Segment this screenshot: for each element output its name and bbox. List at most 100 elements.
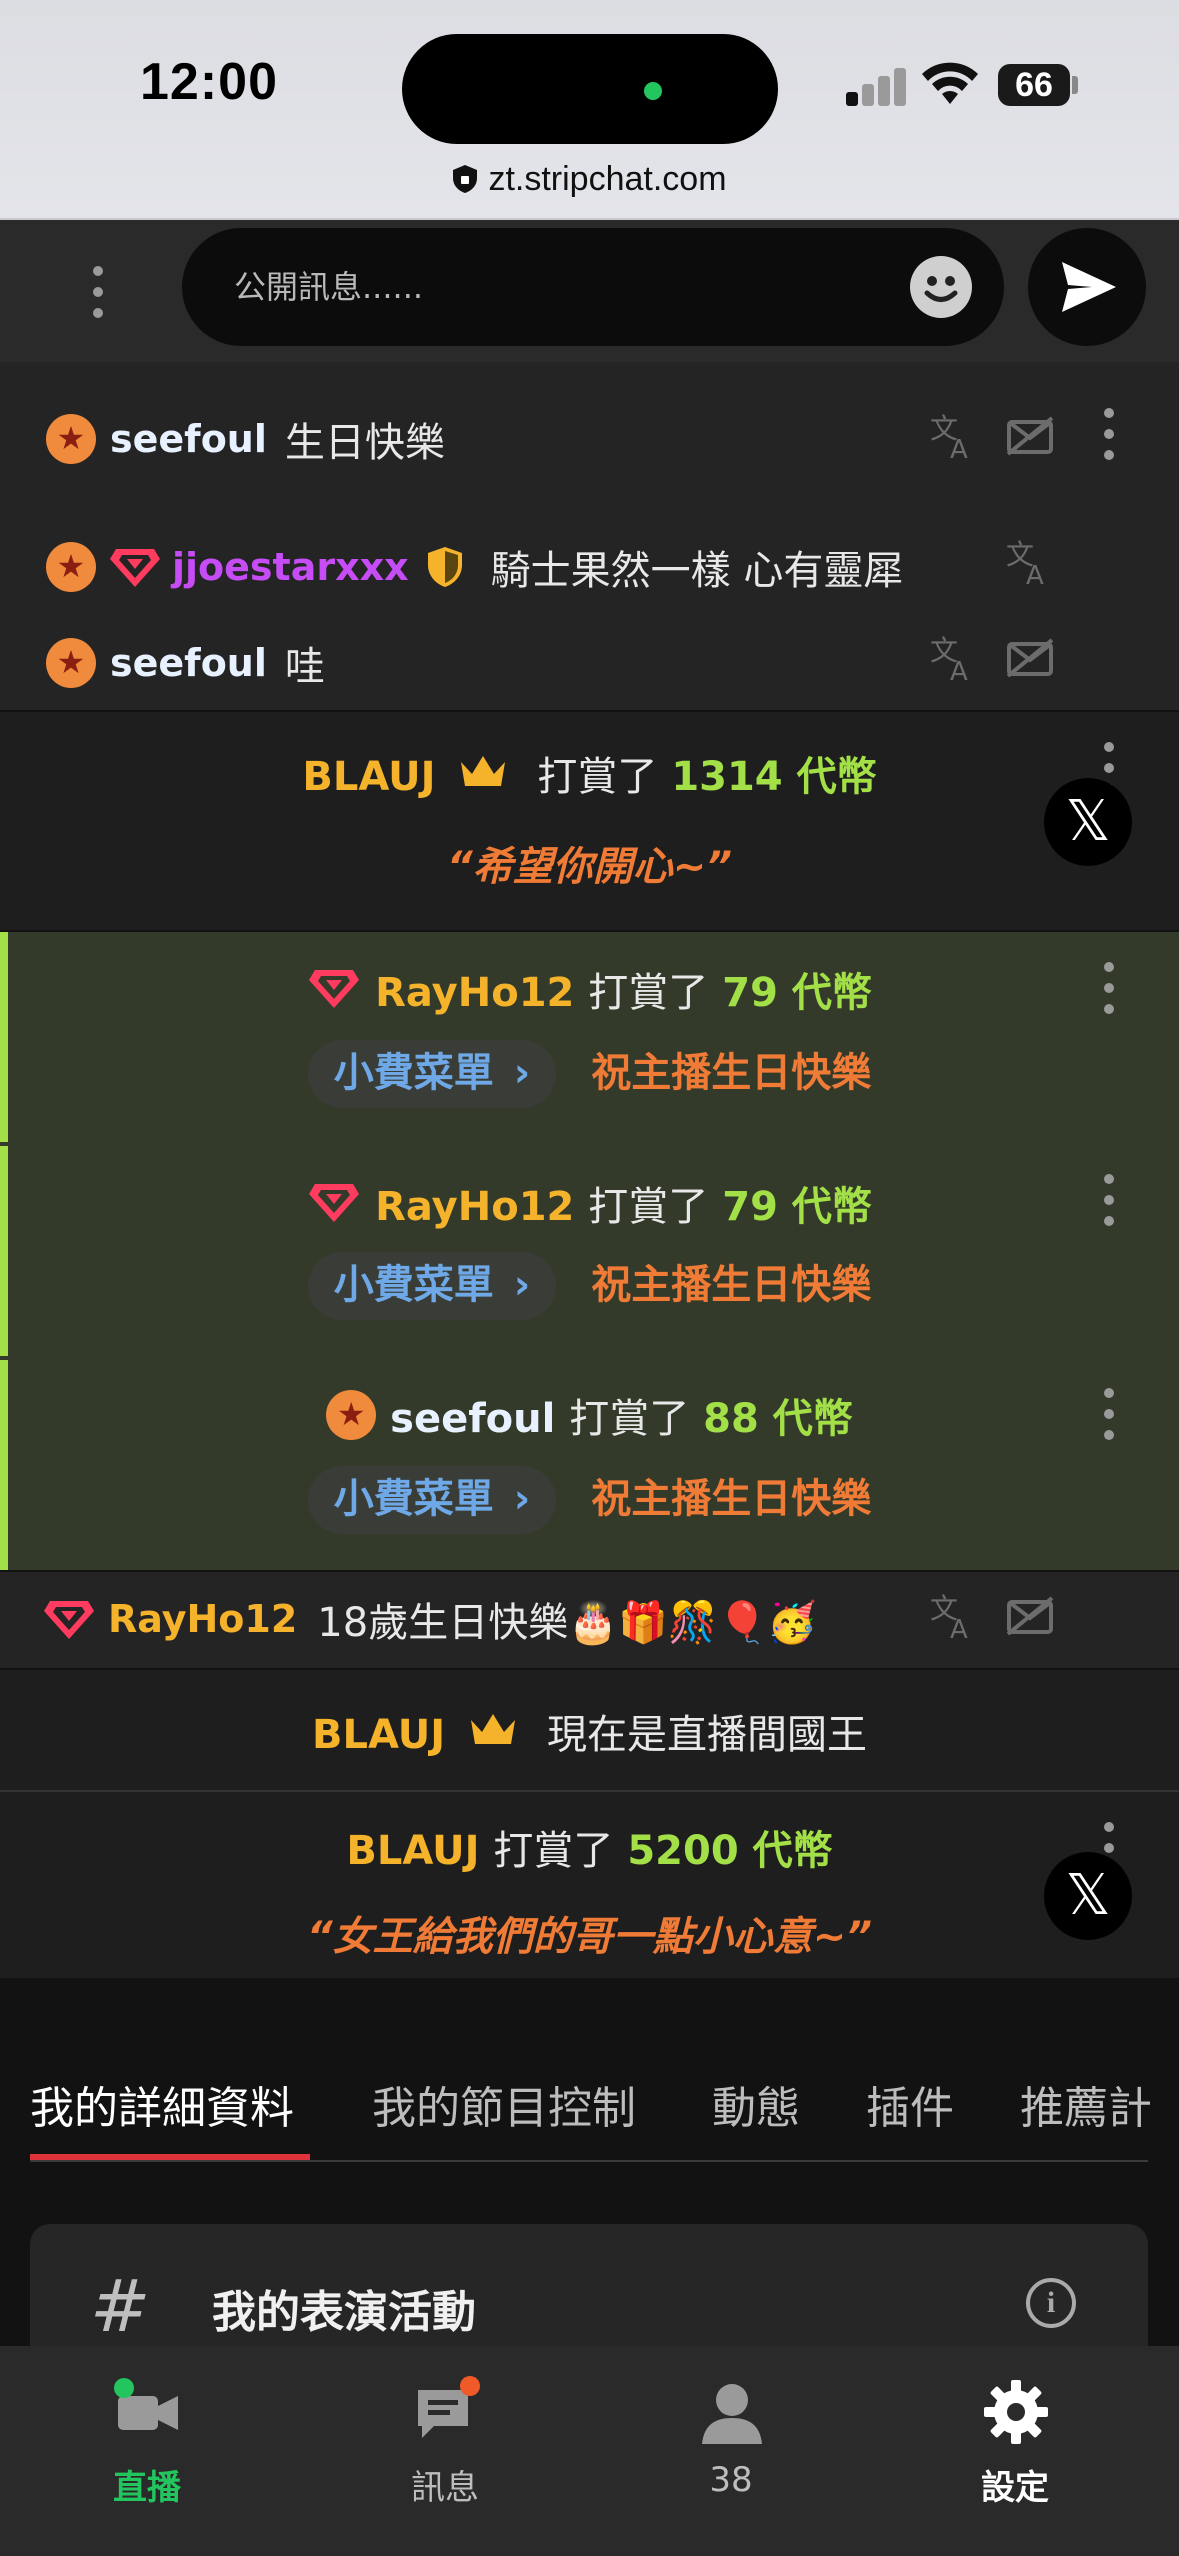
translate-icon[interactable]: 文A [930, 412, 976, 460]
username[interactable]: BLAUJ [302, 754, 435, 800]
username[interactable]: BLAUJ [312, 1712, 445, 1758]
nav-settings[interactable]: 設定 [868, 2346, 1162, 2556]
tip-menu-line: 小費菜單 › 祝主播生日快樂 [0, 1252, 1179, 1320]
message-text: 18歲生日快樂🎂🎁🎊🎈🥳 [317, 1600, 818, 1646]
tip-menu-button[interactable]: 小費菜單 › [307, 1252, 557, 1320]
clock: 12:00 [140, 53, 278, 111]
performance-card: # 我的表演活動 i [30, 2224, 1148, 2364]
tip-verb: 打賞了 [537, 754, 658, 800]
svg-text:A: A [950, 657, 968, 682]
wifi-icon [922, 62, 978, 104]
message-menu-icon[interactable] [1102, 1170, 1116, 1230]
info-icon[interactable]: i [1026, 2278, 1076, 2328]
tab-my-details[interactable]: 我的詳細資料 [30, 2072, 294, 2136]
tip-verb: 打賞了 [569, 1396, 690, 1442]
tip-line: RayHo12 打賞了 79 代幣 [0, 960, 1179, 1018]
chevron-right-icon: › [513, 1476, 531, 1522]
nav-viewers[interactable]: 38 [584, 2346, 878, 2556]
tip-note: “希望你開心~” [446, 844, 733, 890]
tip-line: BLAUJ 打賞了 5200 代幣 [0, 1818, 1179, 1876]
tab-referral[interactable]: 推薦計 [1020, 2072, 1152, 2136]
nav-messages[interactable]: 訊息 [298, 2346, 592, 2556]
message-menu-icon[interactable] [1102, 1384, 1116, 1444]
tip-amount: 79 代幣 [722, 970, 872, 1016]
send-button[interactable] [1028, 228, 1146, 346]
tip-amount: 1314 代幣 [671, 754, 877, 800]
tip-menu-label: 小費菜單 [333, 1262, 494, 1308]
diamond-badge-icon [309, 1184, 360, 1222]
username[interactable]: seefoul [390, 1396, 555, 1442]
chat-message: seefoul 生日快樂 [46, 410, 445, 468]
cellular-signal-icon [846, 66, 906, 106]
tip-line: RayHo12 打賞了 79 代幣 [0, 1174, 1179, 1232]
tip-amount: 5200 代幣 [627, 1828, 833, 1874]
tip-verb: 打賞了 [588, 1184, 709, 1230]
user-icon [702, 2384, 762, 2444]
nav-label: 訊息 [411, 2468, 479, 2508]
battery-cap [1072, 76, 1078, 94]
username[interactable]: RayHo12 [375, 1184, 574, 1230]
hide-message-icon[interactable] [1006, 636, 1056, 680]
username[interactable]: seefoul [110, 417, 267, 461]
tip-menu-line: 小費菜單 › 祝主播生日快樂 [0, 1040, 1179, 1108]
hide-message-icon[interactable] [1006, 1594, 1056, 1638]
public-message-input[interactable] [182, 228, 1004, 346]
hashtag-icon: # [90, 2264, 151, 2348]
king-text: 現在是直播間國王 [546, 1712, 867, 1758]
diamond-badge-icon [110, 549, 160, 587]
message-menu-icon[interactable] [1102, 958, 1116, 1018]
star-badge-icon [46, 542, 96, 592]
close-x-icon[interactable]: 𝕏 [1044, 1852, 1132, 1940]
nav-live[interactable]: 直播 [0, 2346, 294, 2556]
tip-item: 祝主播生日快樂 [591, 1476, 872, 1522]
tip-menu-label: 小費菜單 [333, 1050, 494, 1096]
crown-icon [461, 756, 506, 786]
tab-divider [30, 2160, 1148, 2162]
more-options-icon[interactable] [86, 262, 110, 322]
nav-label: 直播 [113, 2468, 181, 2508]
chat-message: seefoul 哇 [46, 634, 325, 692]
message-text: 哇 [284, 644, 325, 690]
nav-label: 38 [709, 2460, 753, 2500]
messages-icon [418, 2376, 480, 2438]
tip-menu-button[interactable]: 小費菜單 › [307, 1466, 557, 1534]
translate-icon[interactable]: 文A [930, 1592, 976, 1640]
tab-plugins[interactable]: 插件 [866, 2072, 954, 2136]
message-menu-icon[interactable] [1102, 404, 1116, 464]
camera-indicator-icon [644, 82, 662, 100]
bottom-nav: 直播 訊息 38 設定 [0, 2346, 1179, 2556]
svg-text:A: A [950, 435, 968, 460]
card-title: 我的表演活動 [212, 2287, 476, 2338]
emoji-icon[interactable] [910, 256, 972, 318]
tip-item: 祝主播生日快樂 [591, 1050, 872, 1096]
profile-tabs: 我的詳細資料 我的節目控制 動態 插件 推薦計 [0, 2008, 1179, 2168]
username[interactable]: seefoul [110, 641, 267, 685]
tab-activity[interactable]: 動態 [712, 2072, 800, 2136]
dynamic-island [402, 34, 778, 144]
shield-badge-icon [427, 547, 462, 587]
send-icon [1062, 262, 1116, 312]
star-badge-icon [46, 638, 96, 688]
chat-message: RayHo12 18歲生日快樂🎂🎁🎊🎈🥳 [42, 1590, 817, 1648]
nav-label: 設定 [981, 2468, 1049, 2508]
username[interactable]: RayHo12 [108, 1597, 297, 1641]
username[interactable]: BLAUJ [346, 1828, 479, 1874]
battery-icon: 66 [998, 64, 1070, 106]
url-bar[interactable]: zt.stripchat.com [0, 160, 1179, 199]
close-x-icon[interactable]: 𝕏 [1044, 778, 1132, 866]
tip-line: seefoul 打賞了 88 代幣 [0, 1386, 1179, 1444]
username[interactable]: RayHo12 [375, 970, 574, 1016]
lock-icon [453, 165, 478, 193]
translate-icon[interactable]: 文A [1006, 538, 1052, 586]
tip-menu-line: 小費菜單 › 祝主播生日快樂 [0, 1466, 1179, 1534]
svg-text:A: A [1026, 561, 1044, 586]
translate-icon[interactable]: 文A [930, 634, 976, 682]
tab-show-control[interactable]: 我的節目控制 [372, 2072, 636, 2136]
message-text: 生日快樂 [284, 420, 445, 466]
username[interactable]: jjoestarxxx [172, 545, 409, 589]
svg-text:A: A [950, 1615, 968, 1640]
tip-menu-label: 小費菜單 [333, 1476, 494, 1522]
hide-message-icon[interactable] [1006, 414, 1056, 458]
chevron-right-icon: › [513, 1262, 531, 1308]
tip-menu-button[interactable]: 小費菜單 › [307, 1040, 557, 1108]
